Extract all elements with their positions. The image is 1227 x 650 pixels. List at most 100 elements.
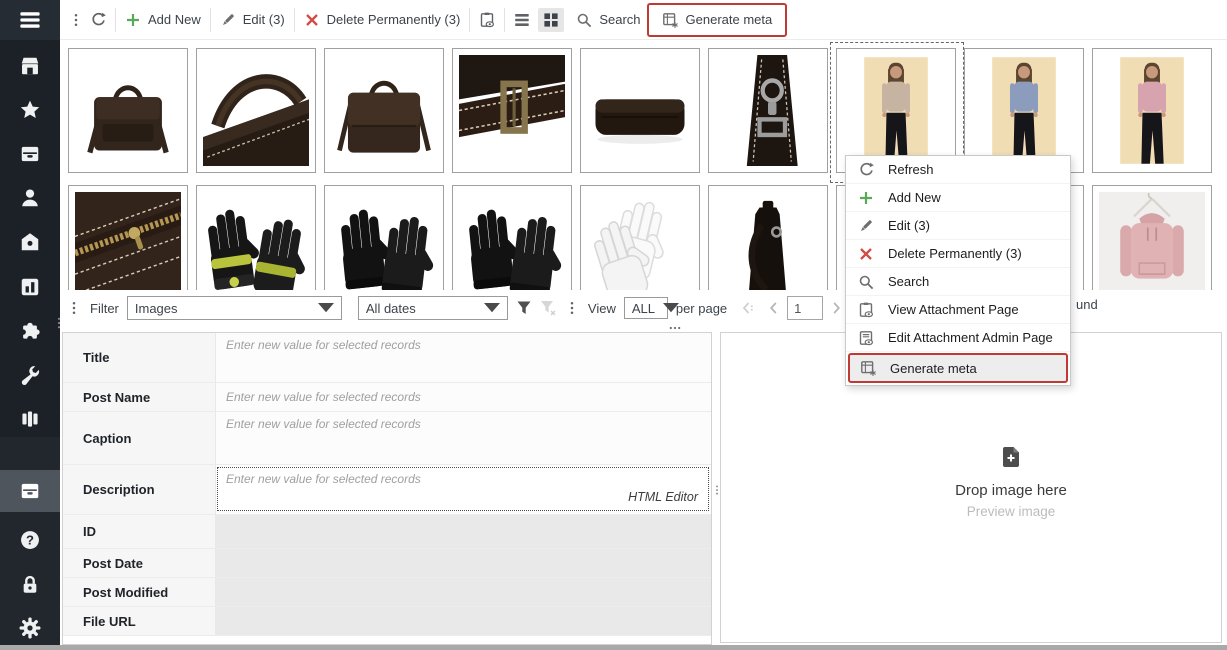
sidebar-item-tools[interactable] <box>0 355 60 395</box>
sidebar-item-store[interactable] <box>0 46 60 86</box>
toolbar: Add New Edit (3) Delete Permanently (3) … <box>60 0 1227 40</box>
apply-filters-icon[interactable] <box>516 300 532 316</box>
thumbnail-leather-clutch[interactable] <box>580 48 700 173</box>
drawer-icon <box>19 480 41 502</box>
sidebar-item-customers[interactable] <box>0 178 60 218</box>
delete-permanently-button[interactable]: Delete Permanently (3) <box>304 12 461 28</box>
next-page-button[interactable] <box>828 300 844 316</box>
toolbar-drag-dots-icon[interactable] <box>68 12 84 28</box>
description-editor-box[interactable]: Enter new value for selected recordsHTML… <box>217 467 709 511</box>
search-label: Search <box>599 12 640 27</box>
drop-image-label: Drop image here <box>891 482 1131 499</box>
refresh-button[interactable] <box>90 12 106 28</box>
preview-image-label: Preview image <box>891 504 1131 519</box>
thumbnail-leather-bag-front[interactable] <box>324 48 444 173</box>
thumbnail-belt-buckle-closeup[interactable] <box>452 48 572 173</box>
context-menu-item-add-new[interactable]: Add New <box>846 184 1070 212</box>
context-menu-item-refresh[interactable]: Refresh <box>846 156 1070 184</box>
list-view-button[interactable] <box>514 12 530 28</box>
add-new-label: Add New <box>148 12 201 27</box>
per-page-label: per page <box>676 301 727 316</box>
plus-icon <box>858 190 874 206</box>
form-label: Post Modified <box>63 578 216 606</box>
thumbnail-leather-gloves[interactable] <box>324 185 444 290</box>
per-page-select[interactable]: ALL <box>624 297 668 319</box>
x-icon <box>304 12 320 28</box>
splitter-handle-icon[interactable] <box>52 316 66 330</box>
sidebar-menu-toggle[interactable] <box>0 0 60 40</box>
sidebar-item-reports[interactable] <box>0 267 60 307</box>
view-drag-dots-icon[interactable] <box>564 300 580 316</box>
partial-found-text: und <box>1076 297 1098 312</box>
sidebar-item-settings[interactable] <box>0 608 60 648</box>
sidebar-item-help[interactable]: ? <box>0 520 60 560</box>
sidebar-item-layout[interactable] <box>0 399 60 439</box>
thumbnail-leather-bag-back[interactable] <box>68 48 188 173</box>
file-plus-icon <box>999 445 1023 469</box>
form-label: Title <box>63 333 216 382</box>
title-field[interactable]: Enter new value for selected records <box>216 333 711 382</box>
sidebar-item-security[interactable] <box>0 565 60 605</box>
sidebar-item-orders[interactable] <box>0 134 60 174</box>
previous-page-button[interactable] <box>766 300 782 316</box>
view-label: View <box>588 301 616 316</box>
form-label: File URL <box>63 607 216 635</box>
caption-field[interactable]: Enter new value for selected records <box>216 412 711 464</box>
thumbnail-bag-zipper-closeup[interactable] <box>68 185 188 290</box>
toolbar-separator <box>210 8 211 32</box>
thumbnail-work-gloves[interactable] <box>196 185 316 290</box>
context-menu-item-delete-permanently-3[interactable]: Delete Permanently (3) <box>846 240 1070 268</box>
context-menu-item-label: Refresh <box>888 162 934 177</box>
post-type-select[interactable]: Images <box>127 296 342 320</box>
context-menu-item-generate-meta[interactable]: Generate meta <box>848 353 1068 383</box>
sidebar-item-media-active[interactable] <box>0 470 60 512</box>
generate-meta-button[interactable]: Generate meta <box>647 3 788 37</box>
lock-icon <box>19 574 41 596</box>
filter-label: Filter <box>90 301 119 316</box>
toolbar-separator <box>469 8 470 32</box>
sidebar-item-products[interactable] <box>0 222 60 262</box>
html-editor-link[interactable]: HTML Editor <box>628 490 698 504</box>
context-menu-item-view-attachment-page[interactable]: View Attachment Page <box>846 296 1070 324</box>
grid-view-button[interactable] <box>538 8 564 32</box>
view-attachment-button[interactable] <box>479 12 495 28</box>
edit-button[interactable]: Edit (3) <box>220 12 285 28</box>
form-row-post-date: Post Date <box>63 549 711 578</box>
date-filter-select[interactable]: All dates <box>358 296 508 320</box>
thumbnail-white-gloves[interactable] <box>580 185 700 290</box>
post-name-field[interactable]: Enter new value for selected records <box>216 383 711 411</box>
thumbnail-pink-hoodie[interactable] <box>1092 185 1212 290</box>
context-menu-item-edit-attachment-admin-page[interactable]: Edit Attachment Admin Page <box>846 324 1070 352</box>
thumbnail-model-pink-top[interactable] <box>1092 48 1212 173</box>
form-row-id: ID <box>63 515 711 549</box>
post-date-readonly-field <box>216 549 711 577</box>
context-menu-item-label: Add New <box>888 190 941 205</box>
panel-resize-handle-icon[interactable] <box>668 321 682 335</box>
sidebar-item-plugins[interactable] <box>0 311 60 351</box>
clear-filters-icon[interactable] <box>540 300 556 316</box>
id-readonly-field <box>216 515 711 548</box>
context-menu-item-edit-3[interactable]: Edit (3) <box>846 212 1070 240</box>
add-new-button[interactable]: Add New <box>125 12 201 28</box>
page-number-input[interactable] <box>787 296 823 320</box>
description-field[interactable]: Enter new value for selected recordsHTML… <box>216 465 711 514</box>
filter-drag-dots-icon[interactable] <box>66 300 82 316</box>
first-page-button[interactable] <box>740 300 756 316</box>
thumbnail-dark-handbag[interactable] <box>708 185 828 290</box>
help-icon: ? <box>19 529 41 551</box>
post-modified-readonly-field <box>216 578 711 606</box>
sidebar-item-favorites[interactable] <box>0 90 60 130</box>
image-drop-zone[interactable]: Drop image here Preview image <box>891 445 1131 519</box>
thumbnail-bag-handle-closeup[interactable] <box>196 48 316 173</box>
svg-text:?: ? <box>26 532 34 547</box>
star-icon <box>19 99 41 121</box>
thumbnail-bag-strap-clasp[interactable] <box>708 48 828 173</box>
search-button[interactable]: Search <box>576 12 640 28</box>
gear-icon <box>19 617 41 639</box>
chevron-down-icon <box>484 300 500 316</box>
thumbnail-leather-gloves-pair[interactable] <box>452 185 572 290</box>
window-bottom-edge <box>0 645 1227 650</box>
search-icon <box>858 274 874 290</box>
field-placeholder: Enter new value for selected records <box>226 390 421 404</box>
context-menu-item-search[interactable]: Search <box>846 268 1070 296</box>
